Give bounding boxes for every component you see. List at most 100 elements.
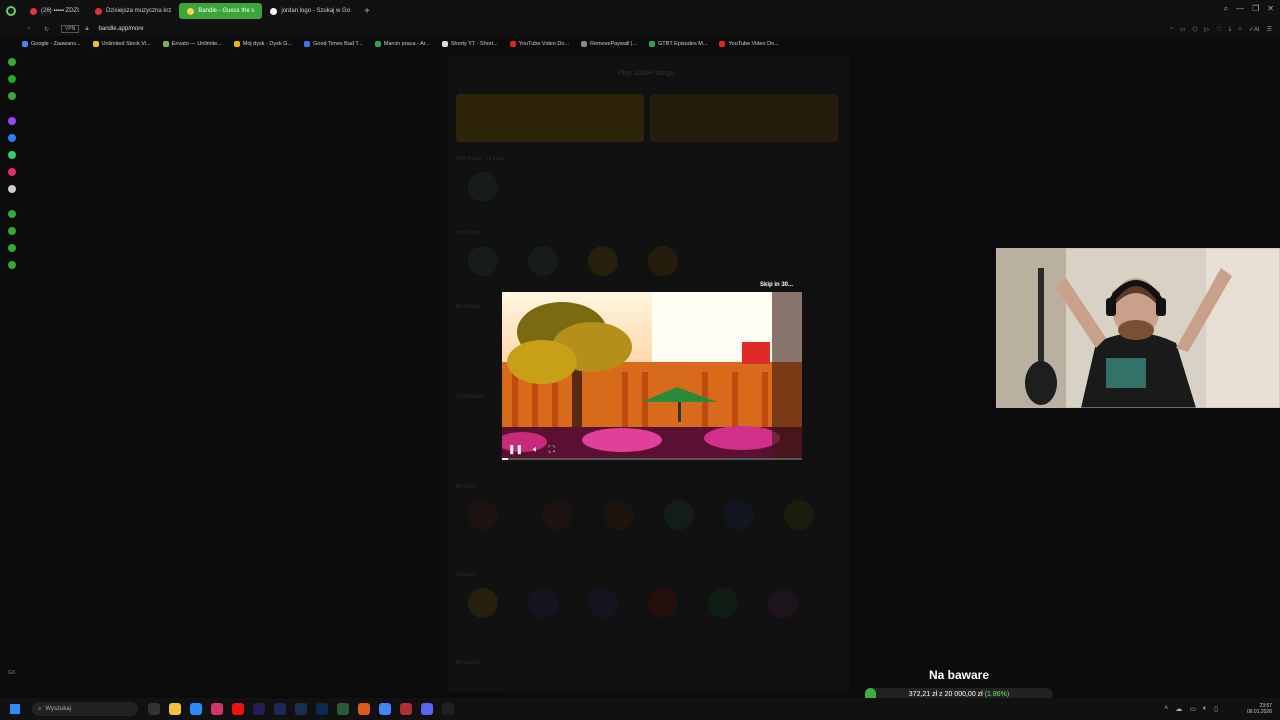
instagram-icon[interactable] xyxy=(8,168,16,176)
task-view-icon[interactable] xyxy=(148,703,160,715)
new-tab-button[interactable]: + xyxy=(364,6,370,17)
taskbar-clock[interactable]: 23:57 06.01.2026 xyxy=(1247,703,1272,715)
genre-tile[interactable] xyxy=(542,500,572,530)
premiere-icon[interactable] xyxy=(253,703,265,715)
download-icon[interactable]: ⤓ xyxy=(1229,26,1232,33)
cloud-icon[interactable]: ☁ xyxy=(1175,705,1182,713)
back-icon[interactable]: ‹ xyxy=(28,26,30,33)
fullscreen-icon[interactable]: ⛶ xyxy=(549,444,555,455)
home-icon[interactable] xyxy=(8,58,16,66)
x-icon[interactable] xyxy=(8,185,16,193)
search-icon[interactable]: ⌕ xyxy=(1224,4,1228,14)
bookmark-item[interactable]: Marcin praca - Ar... xyxy=(374,41,430,47)
bookmark-item[interactable]: Envato — Unlimite... xyxy=(162,41,222,47)
obs-icon[interactable] xyxy=(442,703,454,715)
network-icon[interactable]: ▭ xyxy=(1189,705,1196,713)
opera-icon[interactable] xyxy=(400,703,412,715)
special-tile[interactable] xyxy=(588,588,618,618)
genre-tile[interactable] xyxy=(664,500,694,530)
genre-tile[interactable] xyxy=(784,500,814,530)
tab-music-crossword[interactable]: Dzisiejsza muzyczna krz xyxy=(87,3,179,19)
goal-amount: 372,21 zł z 20 000,00 zł xyxy=(908,691,983,698)
pause-icon[interactable]: ❚❚ xyxy=(508,444,523,455)
bookmark-item[interactable]: Mój dysk - Dysk G... xyxy=(233,41,292,47)
tab-bandle[interactable]: Bandle - Guess the s xyxy=(179,3,263,19)
close-icon[interactable]: ✕ xyxy=(1267,4,1274,14)
skip-ad-button[interactable]: Skip in 30... xyxy=(760,282,793,288)
maximize-icon[interactable]: ❐ xyxy=(1252,4,1259,14)
pack-tile[interactable] xyxy=(468,246,498,276)
volume-icon[interactable]: 🔈︎ xyxy=(533,444,538,455)
bookmark-label: Envato — Unlimite... xyxy=(171,41,222,47)
video-progress-bar[interactable] xyxy=(502,458,802,460)
special-tile[interactable] xyxy=(528,588,558,618)
pack-tile[interactable] xyxy=(588,246,618,276)
tab-google-search[interactable]: jordan logo - Szukaj w Go xyxy=(262,3,358,19)
bookmark-item[interactable]: Shorty YT - Short... xyxy=(441,41,498,47)
windows-start-icon[interactable] xyxy=(10,704,20,714)
bookmark-item[interactable]: RemovePaywall |... xyxy=(581,41,637,47)
bookmark-item[interactable]: YouTube Video Do... xyxy=(509,41,570,47)
bookmark-item[interactable]: YouTube Video Do... xyxy=(719,41,779,47)
volume-icon[interactable]: 🔈︎ xyxy=(1203,705,1207,713)
bookmark-icon[interactable] xyxy=(8,75,16,83)
pack-tile[interactable] xyxy=(648,246,678,276)
youtube-icon xyxy=(30,7,37,15)
bookmark-favicon-icon xyxy=(581,41,588,47)
whatsapp-icon[interactable] xyxy=(8,151,16,159)
edge-icon[interactable] xyxy=(190,703,202,715)
taskbar-search[interactable]: ⌕ Wyszukaj xyxy=(32,702,138,716)
promo-card[interactable] xyxy=(650,94,838,142)
firefox-icon[interactable] xyxy=(358,703,370,715)
after-effects-icon[interactable] xyxy=(274,703,286,715)
bookmark-favicon-icon xyxy=(441,41,448,47)
pack-tile[interactable] xyxy=(528,246,558,276)
tab-icon[interactable]: ▭ xyxy=(1180,26,1186,33)
heart-icon[interactable]: ♡ xyxy=(1216,26,1221,33)
genre-tile[interactable] xyxy=(468,500,498,530)
heart-icon[interactable] xyxy=(8,210,16,218)
special-tile[interactable] xyxy=(708,588,738,618)
reload-icon[interactable]: ↻ xyxy=(44,26,49,33)
tab-youtube[interactable]: (26) ▪▪▪▪▪ ZDZI xyxy=(22,3,87,19)
minimize-icon[interactable]: — xyxy=(1236,4,1244,14)
special-tile[interactable] xyxy=(648,588,678,618)
bookmark-label: YouTube Video Do... xyxy=(518,41,570,47)
discord-icon[interactable] xyxy=(421,703,433,715)
vpn-badge[interactable]: VPN xyxy=(61,25,80,33)
twitch-icon[interactable] xyxy=(8,117,16,125)
file-explorer-icon[interactable] xyxy=(169,703,181,715)
special-tile[interactable] xyxy=(768,588,798,618)
bookmark-item[interactable]: GTBT Episodes M... xyxy=(649,41,707,47)
url-field[interactable]: bandle.app/more xyxy=(99,26,144,32)
audition-icon[interactable] xyxy=(295,703,307,715)
extension-icon[interactable]: ⬡ xyxy=(1192,26,1197,33)
opera-gx-logo-icon[interactable] xyxy=(6,6,16,16)
messenger-icon[interactable] xyxy=(8,134,16,142)
gx-corner-icon[interactable] xyxy=(8,92,16,100)
chat-icon[interactable] xyxy=(8,244,16,252)
chevron-up-icon[interactable]: ˄ xyxy=(1164,705,1168,713)
opera-gx-icon[interactable] xyxy=(211,703,223,715)
play-icon[interactable]: ▷ xyxy=(1205,26,1210,33)
youtube-app-icon[interactable] xyxy=(232,703,244,715)
genre-tile[interactable] xyxy=(724,500,754,530)
bag-icon[interactable]: ⌂ xyxy=(1238,26,1242,33)
bookmark-item[interactable]: Unlimited Stock Vi... xyxy=(92,41,151,47)
camera-icon[interactable]: ▫ xyxy=(1171,26,1173,33)
special-tile[interactable] xyxy=(468,588,498,618)
pack-tile[interactable] xyxy=(468,172,498,202)
bookmark-item[interactable]: Good Times Bad T... xyxy=(304,41,363,47)
ai-icon[interactable]: ✓AI xyxy=(1249,26,1260,33)
battery-icon[interactable]: ▯ xyxy=(1214,705,1218,713)
chrome-icon[interactable] xyxy=(379,703,391,715)
app-icon[interactable] xyxy=(337,703,349,715)
settings-icon[interactable] xyxy=(8,261,16,269)
genre-tile[interactable] xyxy=(604,500,634,530)
menu-icon[interactable]: ☰ xyxy=(1267,26,1272,33)
history-icon[interactable] xyxy=(8,227,16,235)
bookmark-item[interactable]: Google - Zaawans... xyxy=(22,41,81,47)
photoshop-icon[interactable] xyxy=(316,703,328,715)
promo-card[interactable] xyxy=(456,94,644,142)
video-ad-player[interactable] xyxy=(502,292,802,460)
